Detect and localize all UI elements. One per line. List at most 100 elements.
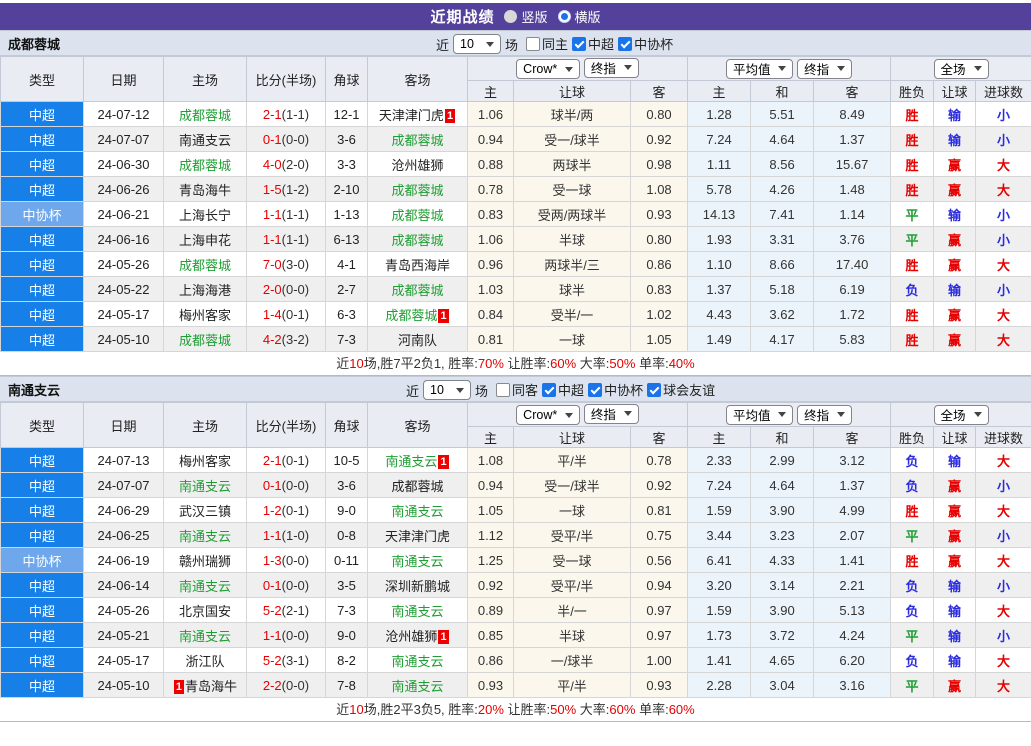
team-name-link[interactable]: 沧州雄狮 [391,158,443,173]
full-time-score[interactable]: 1-1 [263,207,282,222]
final-odds-select[interactable]: 终指 [584,404,639,424]
team-name-link[interactable]: 上海申花 [179,233,231,248]
radio-icon[interactable] [504,10,517,23]
full-time-score[interactable]: 4-2 [263,332,282,347]
team-name-link[interactable]: 天津津门虎 [379,108,444,123]
team-name-link[interactable]: 青岛海牛 [179,183,231,198]
team-name-link[interactable]: 成都蓉城 [391,183,443,198]
bookmaker-select[interactable]: Crow* [516,59,580,79]
full-time-score[interactable]: 1-5 [263,182,282,197]
checkbox-icon[interactable] [496,383,510,397]
checkbox-label[interactable]: 球会友谊 [663,380,715,399]
checkbox-label[interactable]: 同主 [542,34,568,53]
full-time-score[interactable]: 0-1 [263,478,282,493]
team-name-link[interactable]: 成都蓉城 [391,208,443,223]
team-name-link[interactable]: 沧州雄狮 [385,629,437,644]
final-odds-select-2[interactable]: 终指 [797,59,852,79]
checkbox-label[interactable]: 中超 [558,380,584,399]
team-name-link[interactable]: 成都蓉城 [179,158,231,173]
full-time-score[interactable]: 1-4 [263,307,282,322]
filter-checkbox[interactable]: 中协杯 [588,380,643,399]
team-name-link[interactable]: 南通支云 [179,629,231,644]
filter-checkbox[interactable]: 球会友谊 [647,380,715,399]
team-name-link[interactable]: 南通支云 [391,604,443,619]
team-name-link[interactable]: 成都蓉城 [391,133,443,148]
team-name-link[interactable]: 成都蓉城 [385,308,437,323]
goals-result-cell: 大 [976,177,1031,202]
team-name-link[interactable]: 浙江队 [185,654,224,669]
match-count-select[interactable]: 10 [453,34,501,54]
team-name-link[interactable]: 梅州客家 [179,454,231,469]
full-time-score[interactable]: 1-1 [263,528,282,543]
checkbox-icon[interactable] [618,37,632,51]
full-time-score[interactable]: 5-2 [263,653,282,668]
team-name-link[interactable]: 南通支云 [179,479,231,494]
radio-label[interactable]: 竖版 [521,7,547,26]
team-name-link[interactable]: 上海长宁 [179,208,231,223]
checkbox-icon[interactable] [572,37,586,51]
checkbox-label[interactable]: 中协杯 [604,380,643,399]
radio-label[interactable]: 横版 [575,7,601,26]
team-name-link[interactable]: 青岛海牛 [185,679,237,694]
team-name-link[interactable]: 赣州瑞狮 [179,554,231,569]
team-name-link[interactable]: 青岛西海岸 [385,258,450,273]
match-count-select[interactable]: 10 [423,380,471,400]
full-time-score[interactable]: 2-1 [263,107,282,122]
team-name-link[interactable]: 深圳新鹏城 [385,579,450,594]
checkbox-icon[interactable] [588,383,602,397]
team-name-link[interactable]: 成都蓉城 [179,258,231,273]
full-time-score[interactable]: 0-1 [263,578,282,593]
full-game-select[interactable]: 全场 [934,59,989,79]
layout-radio-horizontal[interactable]: 横版 [558,7,601,26]
team-name-link[interactable]: 武汉三镇 [179,504,231,519]
team-name-link[interactable]: 南通支云 [179,133,231,148]
filter-checkbox[interactable]: 中超 [542,380,584,399]
final-odds-select-2[interactable]: 终指 [797,405,852,425]
filter-checkbox[interactable]: 同主 [526,34,568,53]
team-name-link[interactable]: 成都蓉城 [391,283,443,298]
team-name-link[interactable]: 南通支云 [385,454,437,469]
checkbox-icon[interactable] [647,383,661,397]
full-time-score[interactable]: 1-2 [263,503,282,518]
full-time-score[interactable]: 1-1 [263,628,282,643]
filter-checkbox[interactable]: 同客 [496,380,538,399]
full-time-score[interactable]: 2-2 [263,678,282,693]
filter-checkbox[interactable]: 中协杯 [618,34,673,53]
team-name-link[interactable]: 成都蓉城 [391,233,443,248]
team-name-link[interactable]: 南通支云 [391,679,443,694]
full-time-score[interactable]: 7-0 [263,257,282,272]
team-name-link[interactable]: 上海海港 [179,283,231,298]
average-select[interactable]: 平均值 [726,405,794,425]
team-name-link[interactable]: 梅州客家 [179,308,231,323]
full-time-score[interactable]: 5-2 [263,603,282,618]
average-select[interactable]: 平均值 [726,59,794,79]
checkbox-icon[interactable] [542,383,556,397]
checkbox-label[interactable]: 中协杯 [634,34,673,53]
full-time-score[interactable]: 1-3 [263,553,282,568]
team-name-link[interactable]: 北京国安 [179,604,231,619]
team-name-link[interactable]: 南通支云 [179,579,231,594]
full-time-score[interactable]: 4-0 [263,157,282,172]
team-name-link[interactable]: 南通支云 [391,654,443,669]
team-name-link[interactable]: 河南队 [398,333,437,348]
full-time-score[interactable]: 0-1 [263,132,282,147]
full-game-select[interactable]: 全场 [934,405,989,425]
bookmaker-select[interactable]: Crow* [516,405,580,425]
checkbox-icon[interactable] [526,37,540,51]
full-time-score[interactable]: 1-1 [263,232,282,247]
radio-selected-icon[interactable] [558,10,571,23]
checkbox-label[interactable]: 中超 [588,34,614,53]
full-time-score[interactable]: 2-1 [263,453,282,468]
team-name-link[interactable]: 成都蓉城 [391,479,443,494]
filter-checkbox[interactable]: 中超 [572,34,614,53]
team-name-link[interactable]: 成都蓉城 [179,333,231,348]
team-name-link[interactable]: 天津津门虎 [385,529,450,544]
team-name-link[interactable]: 南通支云 [179,529,231,544]
checkbox-label[interactable]: 同客 [512,380,538,399]
layout-radio-vertical[interactable]: 竖版 [504,7,547,26]
team-name-link[interactable]: 南通支云 [391,554,443,569]
team-name-link[interactable]: 南通支云 [391,504,443,519]
final-odds-select[interactable]: 终指 [584,58,639,78]
team-name-link[interactable]: 成都蓉城 [179,108,231,123]
full-time-score[interactable]: 2-0 [263,282,282,297]
